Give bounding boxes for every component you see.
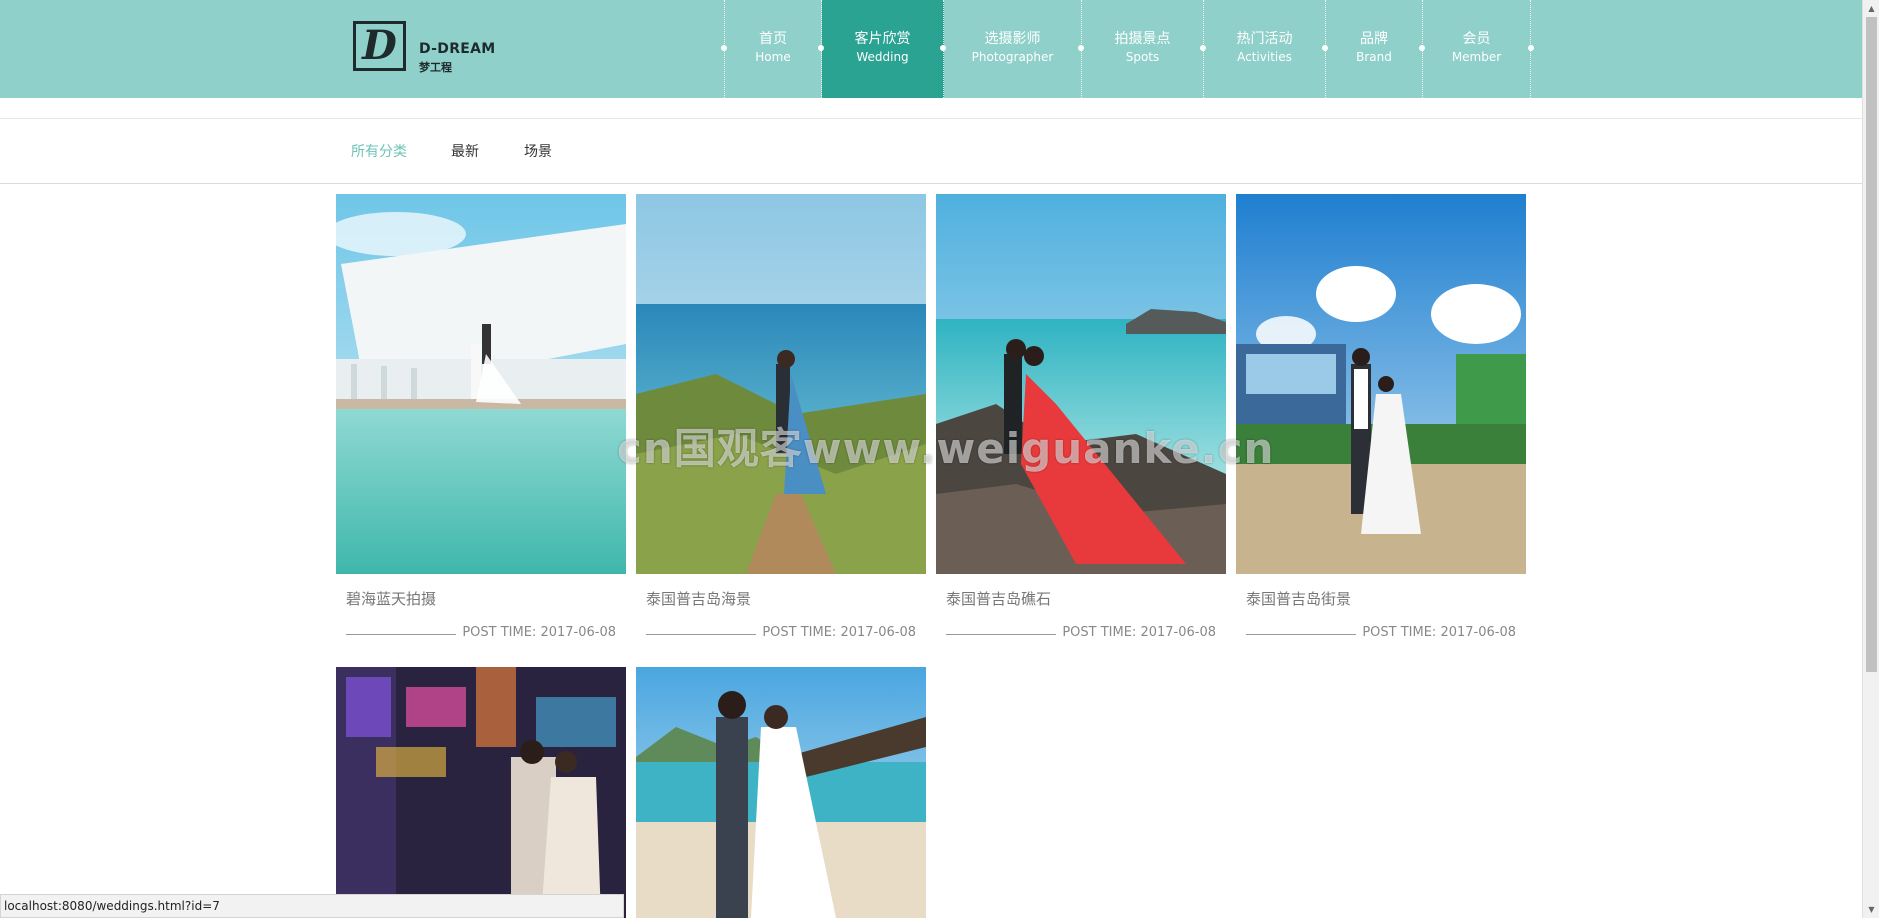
card-divider (1246, 634, 1356, 635)
nav-label-cn: 客片欣赏 (854, 31, 911, 47)
gallery-photo[interactable] (936, 194, 1226, 574)
site-header: D D-DREAM 梦工程 首页 Home 客片欣赏 Wedding 选摄影师 … (0, 0, 1862, 98)
post-time-date: 2017-06-08 (1140, 625, 1216, 640)
card-post-time: POST TIME: 2017-06-08 (462, 625, 616, 640)
nav-label-en: Spots (1125, 50, 1160, 64)
post-time-date: 2017-06-08 (1440, 625, 1516, 640)
gallery-photo[interactable] (336, 667, 626, 918)
filter-scene[interactable]: 场景 (524, 141, 552, 161)
nav-divider-dot (818, 45, 824, 51)
nav-label-cn: 品牌 (1360, 31, 1388, 47)
post-time-label: POST TIME: (1062, 625, 1141, 640)
post-time-label: POST TIME: (762, 625, 841, 640)
post-time-label: POST TIME: (1362, 625, 1441, 640)
nav-label-cn: 选摄影师 (984, 31, 1041, 47)
card-title[interactable]: 碧海蓝天拍摄 (346, 588, 436, 609)
nav-photographer[interactable]: 选摄影师 Photographer (940, 0, 1082, 98)
nav-divider-dot (1322, 45, 1328, 51)
nav-wedding[interactable]: 客片欣赏 Wedding (818, 0, 944, 98)
nav-label-cn: 首页 (759, 31, 787, 47)
scroll-up-icon[interactable]: ▲ (1863, 0, 1879, 17)
post-time-label: POST TIME: (462, 625, 541, 640)
nav-brand[interactable]: 品牌 Brand (1322, 0, 1423, 98)
scroll-down-icon[interactable]: ▼ (1863, 901, 1879, 918)
logo-name-cn: 梦工程 (419, 61, 452, 74)
nav-divider-dot (1078, 45, 1084, 51)
gallery-photo[interactable] (1236, 194, 1526, 574)
gallery-photo[interactable] (636, 194, 926, 574)
card-title[interactable]: 泰国普吉岛街景 (1246, 588, 1351, 609)
category-filter-bar: 所有分类 最新 场景 (0, 118, 1862, 184)
site-logo[interactable]: D D-DREAM 梦工程 (353, 21, 496, 77)
nav-label-en: Brand (1356, 50, 1392, 64)
card-title[interactable]: 泰国普吉岛海景 (646, 588, 751, 609)
nav-divider-dot (1528, 45, 1534, 51)
browser-status-bar: localhost:8080/weddings.html?id=7 (0, 894, 624, 918)
nav-activities[interactable]: 热门活动 Activities (1200, 0, 1326, 98)
nav-divider-dot (1200, 45, 1206, 51)
gallery-photo[interactable] (636, 667, 926, 918)
nav-label-en: Photographer (971, 50, 1054, 64)
card-divider (346, 634, 456, 635)
nav-divider-dot (1419, 45, 1425, 51)
nav-label-cn: 会员 (1462, 31, 1491, 47)
scrollbar-thumb[interactable] (1866, 17, 1877, 672)
filter-all-categories[interactable]: 所有分类 (351, 141, 407, 161)
logo-letter: D (362, 22, 397, 69)
nav-home[interactable]: 首页 Home (721, 0, 822, 98)
post-time-date: 2017-06-08 (540, 625, 616, 640)
gallery-photo[interactable] (336, 194, 626, 574)
card-divider (646, 634, 756, 635)
main-nav: 首页 Home 客片欣赏 Wedding 选摄影师 Photographer 拍… (721, 0, 1534, 98)
vertical-scrollbar[interactable]: ▲ ▼ (1862, 0, 1879, 918)
nav-label-en: Activities (1237, 50, 1292, 64)
logo-mark: D (353, 21, 406, 71)
card-divider (946, 634, 1056, 635)
filter-latest[interactable]: 最新 (451, 141, 479, 161)
nav-spots[interactable]: 拍摄景点 Spots (1078, 0, 1204, 98)
nav-label-cn: 拍摄景点 (1114, 31, 1171, 47)
nav-label-en: Member (1451, 50, 1502, 64)
nav-label-cn: 热门活动 (1236, 31, 1293, 47)
nav-label-en: Home (755, 50, 791, 64)
nav-label-en: Wedding (856, 50, 909, 64)
card-title[interactable]: 泰国普吉岛礁石 (946, 588, 1051, 609)
card-post-time: POST TIME: 2017-06-08 (1362, 625, 1516, 640)
card-post-time: POST TIME: 2017-06-08 (762, 625, 916, 640)
card-post-time: POST TIME: 2017-06-08 (1062, 625, 1216, 640)
nav-member[interactable]: 会员 Member (1419, 0, 1534, 98)
nav-divider-dot (721, 45, 727, 51)
post-time-date: 2017-06-08 (840, 625, 916, 640)
logo-name-en: D-DREAM (419, 41, 496, 57)
nav-divider-dot (940, 45, 946, 51)
